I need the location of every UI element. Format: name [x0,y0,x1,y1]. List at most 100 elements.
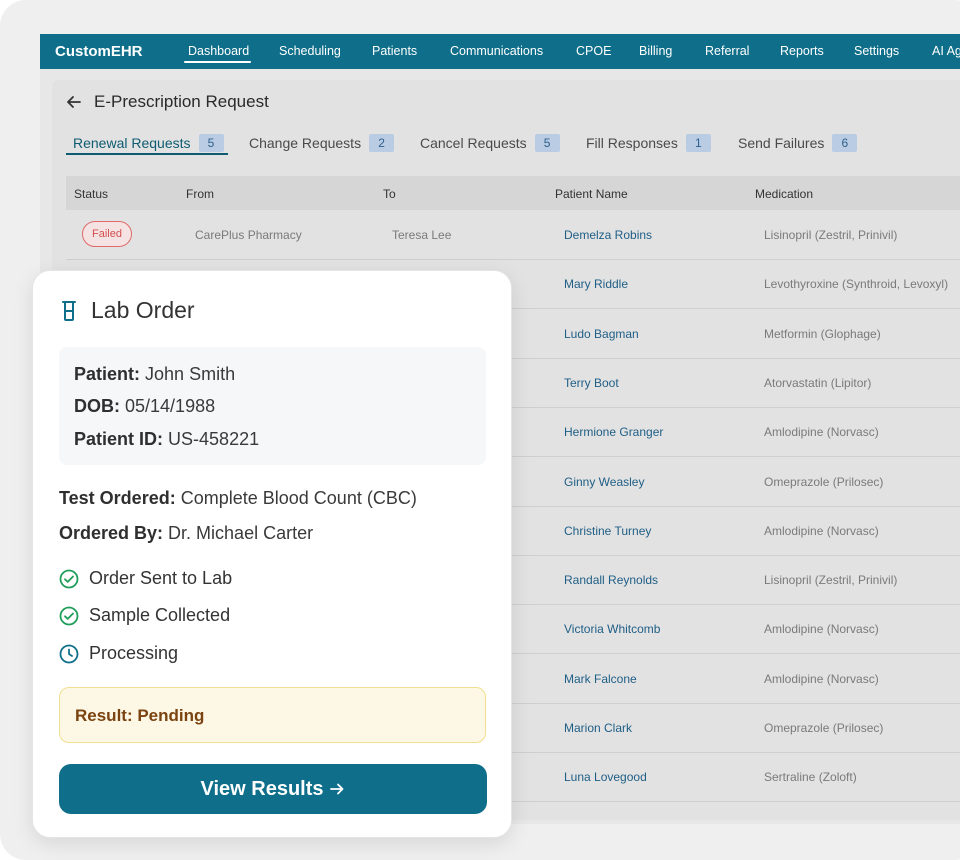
column-header-status[interactable]: Status [74,187,108,201]
patient-name-link[interactable]: Demelza Robins [564,228,652,242]
medication-cell: Atorvastatin (Lipitor) [764,375,872,390]
dob-value: 05/14/1988 [125,396,216,416]
to-cell: Teresa Lee [392,228,452,242]
patient-name-link[interactable]: Terry Boot [564,376,619,390]
top-navigation: CustomEHR Dashboard Scheduling Patients … [40,34,960,69]
tab-label: Cancel Requests [420,135,527,151]
test-ordered-value: Complete Blood Count (CBC) [180,488,417,508]
status-sample-collected: Sample Collected [59,605,230,626]
medication-cell: Amlodipine (Norvasc) [764,671,879,686]
medication-cell: Metformin (Glophage) [764,326,881,341]
status-label: Sample Collected [89,605,231,625]
tab-change-requests[interactable]: Change Requests 2 [249,134,395,152]
lab-order-card: Lab Order Patient: John Smith DOB: 05/14… [32,270,512,838]
status-order-sent: Order Sent to Lab [59,568,232,589]
tab-label: Renewal Requests [73,135,191,151]
tab-count-badge: 5 [534,134,560,152]
view-results-label: View Results [200,777,324,800]
dob-line: DOB: 05/14/1988 [74,396,215,417]
tab-count-badge: 1 [685,134,711,152]
tab-label: Change Requests [249,135,362,151]
card-title: Lab Order [91,297,195,323]
nav-active-indicator [184,61,251,63]
ordered-by-line: Ordered By: Dr. Michael Carter [59,523,313,544]
patient-name-link[interactable]: Ginny Weasley [564,475,644,489]
column-header-medication[interactable]: Medication [755,187,813,201]
nav-settings[interactable]: Settings [854,44,899,58]
patient-line: Patient: John Smith [74,364,235,385]
patient-name-link[interactable]: Victoria Whitcomb [564,622,660,636]
medication-cell: Lisinopril (Zestril, Prinivil) [764,228,898,242]
patient-id-value: US-458221 [168,429,260,449]
tab-count-badge: 5 [198,134,224,152]
arrow-right-icon [328,780,346,798]
patient-label: Patient: [74,364,141,384]
panel-header: E-Prescription Request [66,92,269,112]
table-row[interactable]: Failed CarePlus Pharmacy Teresa Lee Demelza… [66,211,960,260]
beaker-icon [59,300,79,322]
nav-dashboard[interactable]: Dashboard [188,44,249,58]
status-label: Order Sent to Lab [89,568,233,588]
tab-send-failures[interactable]: Send Failures 6 [738,134,858,152]
nav-ai-agents[interactable]: AI Ag [932,44,960,58]
tab-label: Send Failures [738,135,825,151]
ordered-by-value: Dr. Michael Carter [168,523,314,543]
patient-name-link[interactable]: Mark Falcone [564,672,637,686]
nav-billing[interactable]: Billing [639,44,672,58]
medication-cell: Amlodipine (Norvasc) [764,523,879,538]
medication-cell: Omeprazole (Prilosec) [764,721,884,735]
medication-cell: Amlodipine (Norvasc) [764,425,879,440]
medication-cell: Omeprazole (Prilosec) [764,474,884,489]
patient-name-link[interactable]: Luna Lovegood [564,770,647,784]
tab-count-badge: 2 [369,134,395,152]
result-status-box: Result: Pending [59,687,486,743]
patient-id-line: Patient ID: US-458221 [74,429,259,450]
status-label: Processing [89,643,179,663]
tab-fill-responses[interactable]: Fill Responses 1 [586,134,711,152]
test-ordered-line: Test Ordered: Complete Blood Count (CBC) [59,488,417,509]
patient-info-box: Patient: John Smith DOB: 05/14/1988 Pati… [59,347,486,465]
nav-reports[interactable]: Reports [780,44,824,58]
medication-cell: Lisinopril (Zestril, Prinivil) [764,573,898,588]
patient-name-link[interactable]: Randall Reynolds [564,573,658,587]
medication-cell: Sertraline (Zoloft) [764,770,857,785]
tab-label: Fill Responses [586,135,678,151]
test-ordered-label: Test Ordered: [59,488,176,508]
tab-renewal-requests[interactable]: Renewal Requests 5 [73,134,224,152]
dob-label: DOB: [74,396,120,416]
patient-name-link[interactable]: Hermione Granger [564,425,663,439]
tab-cancel-requests[interactable]: Cancel Requests 5 [420,134,560,152]
patient-value: John Smith [145,364,236,384]
view-results-button[interactable]: View Results [59,764,487,814]
nav-referral[interactable]: Referral [705,44,749,58]
result-status: Result: Pending [75,706,205,725]
ordered-by-label: Ordered By: [59,523,164,543]
patient-id-label: Patient ID: [74,429,164,449]
column-header-patient-name[interactable]: Patient Name [555,187,628,201]
nav-patients[interactable]: Patients [372,44,417,58]
from-cell: CarePlus Pharmacy [195,228,302,242]
back-arrow-icon[interactable] [66,94,82,110]
nav-scheduling[interactable]: Scheduling [279,44,341,58]
nav-cpoe[interactable]: CPOE [576,44,611,58]
page-title: E-Prescription Request [94,92,269,111]
patient-name-link[interactable]: Christine Turney [564,524,651,538]
check-circle-icon [59,606,79,626]
column-header-from[interactable]: From [186,187,214,201]
nav-communications[interactable]: Communications [450,44,543,58]
table-header: Status From To Patient Name Medication [66,176,960,210]
patient-name-link[interactable]: Marion Clark [564,721,632,735]
active-tab-indicator [66,153,228,155]
patient-name-link[interactable]: Mary Riddle [564,277,628,291]
brand-logo: CustomEHR [55,43,143,60]
status-processing: Processing [59,643,178,664]
medication-cell: Amlodipine (Norvasc) [764,622,879,637]
check-circle-icon [59,569,79,589]
medication-cell: Levothyroxine (Synthroid, Levoxyl) [764,277,949,292]
status-badge[interactable]: Failed [82,221,132,247]
patient-name-link[interactable]: Ludo Bagman [564,327,639,341]
clock-icon [59,644,79,664]
column-header-to[interactable]: To [383,187,396,201]
tab-count-badge: 6 [832,134,858,152]
card-header: Lab Order [59,297,195,324]
